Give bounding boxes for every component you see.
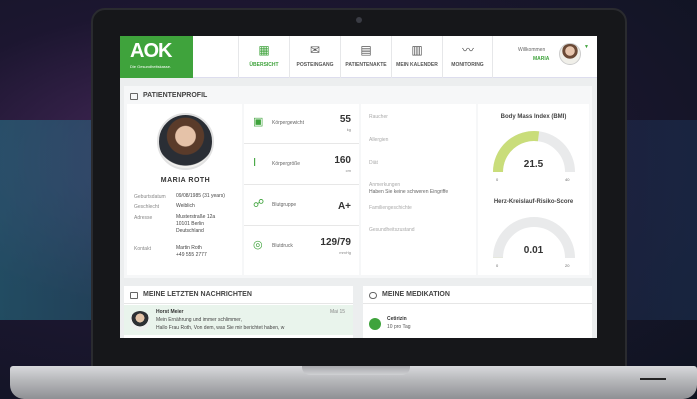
vital-unit: mmHg — [339, 250, 351, 255]
bmi-min: 0 — [496, 177, 499, 182]
field-label: Geschlecht — [134, 204, 160, 210]
info-label: Diät — [369, 160, 378, 166]
user-avatar[interactable] — [559, 43, 581, 65]
pressure-icon: ◎ — [253, 239, 263, 251]
vital-label: Blutgruppe — [272, 202, 297, 208]
patient-name: MARIA ROTH — [160, 177, 211, 184]
nav-label: PATIENTENAKTE — [345, 62, 387, 68]
vital-label: Körpergewicht — [272, 120, 304, 126]
vital-unit: cm — [345, 168, 351, 173]
laptop-notch — [302, 366, 410, 375]
risk-title: Herz-Kreislauf-Risiko-Score — [493, 199, 574, 205]
section-title: MEINE LETZTEN NACHRICHTEN — [143, 291, 252, 298]
message-sender: Horst Meier — [156, 309, 184, 315]
info-label: Gesundheitszustand — [369, 227, 415, 233]
message-subject: Mein Ernährung und immer schlimmer, — [156, 317, 242, 323]
field-label: Kontakt — [134, 246, 151, 252]
patient-profile-panel: PATIENTENPROFIL MARIA ROTH Geburtsdatum … — [124, 86, 592, 278]
blood-icon: ☍ — [253, 198, 265, 210]
vital-label: Körpergröße — [272, 161, 301, 167]
section-title: MEINE MEDIKATION — [382, 291, 450, 298]
info-label: Allergien — [369, 137, 389, 143]
user-name: MARIA — [533, 56, 550, 62]
app-screen: AOK Die Gesundheitskasse. ▦ ÜBERSICHT ✉ … — [120, 36, 597, 338]
profile-card: MARIA ROTH Geburtsdatum 09/08/1985 (31 y… — [127, 104, 242, 275]
messages-panel: MEINE LETZTEN NACHRICHTEN Horst Meier Ma… — [124, 286, 353, 338]
medication-name: Cetirizin — [387, 316, 407, 322]
messages-header: MEINE LETZTEN NACHRICHTEN — [124, 286, 353, 304]
grid-icon: ▦ — [258, 43, 270, 57]
field-value: Martin Roth +49 555 2777 — [176, 245, 207, 258]
vital-bloodpressure: ◎ Blutdruck 129/79 mmHg — [244, 227, 359, 267]
health-info-card: Raucher Allergien Diät Anmerkungen Haben… — [361, 104, 476, 275]
vital-weight: ▣ Körpergewicht 55 kg — [244, 104, 359, 144]
vital-value: A+ — [337, 201, 351, 212]
field-label: Geburtsdatum — [134, 194, 166, 200]
profile-icon — [130, 93, 138, 100]
bmi-value: 21.5 — [523, 159, 544, 170]
info-value: Haben Sie keine schweren Eingriffe — [369, 189, 449, 195]
vital-unit: kg — [346, 127, 351, 132]
vital-value: 160 — [334, 155, 351, 166]
logo-tagline: Die Gesundheitskasse. — [130, 64, 172, 69]
nav-label: ÜBERSICHT — [249, 62, 279, 68]
calendar-icon: ▥ — [411, 43, 423, 57]
nav-item-kalender[interactable]: ▥ MEIN KALENDER — [391, 36, 442, 78]
field-value: Musterstraße 12a 10101 Berlin Deutschlan… — [176, 214, 216, 234]
mail-icon — [130, 292, 138, 299]
height-icon: Ⅰ — [253, 157, 257, 169]
main-nav: ▦ ÜBERSICHT ✉ POSTEINGANG ▤ PATIENTENAKT… — [238, 36, 493, 78]
vitals-card: ▣ Körpergewicht 55 kg Ⅰ Körpergröße 160 … — [244, 104, 359, 275]
field-value: 09/08/1985 (31 years) — [176, 193, 225, 199]
medication-header: MEINE MEDIKATION — [363, 286, 592, 304]
nav-item-posteingang[interactable]: ✉ POSTEINGANG — [289, 36, 340, 78]
file-icon: ▤ — [360, 43, 372, 57]
welcome-text: Willkommen — [518, 47, 546, 53]
risk-min: 0 — [496, 263, 499, 268]
vital-value: 55 — [339, 114, 351, 125]
scores-card: Body Mass Index (BMI) 21.5 0 40 Herz-Kre… — [478, 104, 589, 275]
nav-label: POSTEINGANG — [296, 62, 334, 68]
app-header: AOK Die Gesundheitskasse. ▦ ÜBERSICHT ✉ … — [120, 36, 597, 78]
nav-label: MONITORING — [451, 62, 484, 68]
info-label: Anmerkungen — [369, 182, 401, 188]
nav-item-patientenakte[interactable]: ▤ PATIENTENAKTE — [340, 36, 391, 78]
bmi-title: Body Mass Index (BMI) — [500, 114, 567, 120]
risk-value: 0.01 — [523, 245, 544, 256]
medication-dose: 10 pro Tag — [387, 324, 411, 330]
chevron-down-icon[interactable]: ▼ — [584, 44, 589, 50]
pill-icon — [369, 292, 377, 299]
scale-icon: ▣ — [253, 116, 264, 128]
nav-label: MEIN KALENDER — [396, 62, 438, 68]
nav-item-uebersicht[interactable]: ▦ ÜBERSICHT — [238, 36, 289, 78]
message-item[interactable]: Horst Meier Mai 15 Mein Ernährung und im… — [124, 305, 353, 335]
message-date: Mai 15 — [330, 309, 346, 315]
bmi-max: 40 — [565, 177, 570, 182]
mail-icon: ✉ — [309, 43, 321, 57]
medication-icon — [369, 318, 381, 330]
vital-label: Blutdruck — [272, 243, 293, 249]
section-title: PATIENTENPROFIL — [143, 92, 208, 99]
laptop-indicator — [640, 378, 666, 380]
info-label: Raucher — [369, 114, 388, 120]
aok-logo[interactable]: AOK Die Gesundheitskasse. — [120, 36, 193, 78]
message-preview: Hallo Frau Roth, Von dem, was Sie mir be… — [156, 325, 285, 331]
risk-max: 20 — [565, 263, 570, 268]
logo-brand: AOK — [130, 40, 172, 62]
vital-value: 129/79 — [320, 237, 351, 248]
field-value: Weiblich — [176, 203, 195, 209]
vital-bloodtype: ☍ Blutgruppe A+ — [244, 186, 359, 226]
chart-icon: 〰 — [461, 43, 474, 57]
field-label: Adresse — [134, 215, 153, 221]
sender-avatar — [130, 311, 150, 331]
camera-icon — [356, 17, 362, 23]
vital-height: Ⅰ Körpergröße 160 cm — [244, 145, 359, 185]
info-label: Familiengeschichte — [369, 205, 412, 211]
nav-item-monitoring[interactable]: 〰 MONITORING — [442, 36, 493, 78]
patient-photo — [157, 113, 214, 170]
medication-panel: MEINE MEDIKATION Cetirizin 10 pro Tag — [363, 286, 592, 338]
